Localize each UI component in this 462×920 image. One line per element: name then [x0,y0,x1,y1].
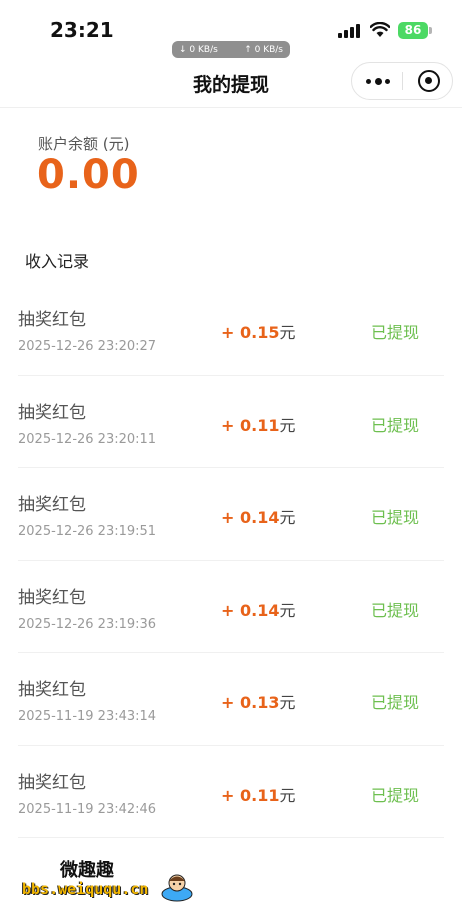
record-name: 抽奖红包 [18,495,86,515]
status-time: 23:21 [50,18,114,42]
record-name: 抽奖红包 [18,587,86,608]
record-name: 抽奖红包 [18,772,86,793]
record-item[interactable]: 抽奖红包 2025-11-19 23:42:46 + 0.11元 已提现 [0,746,462,838]
target-close-icon[interactable] [418,70,440,92]
status-bar: 23:21 ↓ 0 KB/s ↑ 0 KB/s 86 [0,0,462,60]
record-amount-value: + 0.14 [221,508,280,527]
record-status: 已提现 [371,508,420,527]
record-amount-unit: 元 [279,323,296,342]
record-time: 2025-12-26 23:20:11 [18,431,157,447]
record-status: 已提现 [371,600,420,620]
record-amount-unit: 元 [279,600,296,620]
record-status: 已提现 [371,323,420,342]
record-amount: + 0.14元 [221,504,295,528]
record-amount-value: + 0.14 [221,600,280,620]
record-item[interactable]: 抽奖红包 2025-12-26 23:19:36 + 0.14元 已提现 [0,561,462,653]
record-time: 2025-12-26 23:19:51 [18,524,157,539]
balance-amount: 0.00 [37,152,140,198]
record-status: 已提现 [371,415,420,435]
record-item[interactable]: 抽奖红包 2025-12-26 23:20:27 + 0.15元 已提现 [0,283,462,376]
record-amount: + 0.11元 [221,412,295,436]
network-speed-pill: ↓ 0 KB/s ↑ 0 KB/s [172,41,290,58]
record-divider [18,837,444,838]
record-amount: + 0.15元 [221,319,295,343]
record-name: 抽奖红包 [18,310,86,330]
record-amount-unit: 元 [279,508,296,527]
record-time: 2025-11-19 23:42:46 [18,801,157,817]
upload-speed: ↑ 0 KB/s [244,44,283,55]
record-amount-value: + 0.11 [221,415,280,435]
site-watermark: 微趣趣 bbs.weiququ.cn [20,852,200,908]
record-amount: + 0.14元 [221,597,295,621]
balance-label: 账户余额 (元) [38,135,130,153]
watermark-url: bbs.weiququ.cn [22,880,149,898]
wifi-icon [370,22,390,37]
record-amount-value: + 0.13 [221,693,280,712]
download-speed: ↓ 0 KB/s [179,44,218,55]
record-amount-value: + 0.11 [221,785,280,805]
battery-tip [429,27,432,34]
record-amount-unit: 元 [279,693,296,712]
income-record-list: 抽奖红包 2025-12-26 23:20:27 + 0.15元 已提现 抽奖红… [0,283,462,838]
record-amount-value: + 0.15 [221,323,280,342]
battery-icon: 86 [398,22,428,39]
watermark-title: 微趣趣 [60,860,114,881]
record-name: 抽奖红包 [18,680,86,700]
mascot-icon [161,874,193,902]
record-status: 已提现 [371,785,420,805]
nav-divider [0,107,462,108]
record-amount: + 0.11元 [221,782,295,806]
record-item[interactable]: 抽奖红包 2025-11-19 23:43:14 + 0.13元 已提现 [0,653,462,746]
capsule-divider [402,72,403,90]
mini-program-capsule [351,62,453,100]
record-time: 2025-11-19 23:43:14 [18,709,157,724]
record-status: 已提现 [371,693,420,712]
record-item[interactable]: 抽奖红包 2025-12-26 23:19:51 + 0.14元 已提现 [0,468,462,561]
cellular-signal-icon [338,24,360,38]
record-item[interactable]: 抽奖红包 2025-12-26 23:20:11 + 0.11元 已提现 [0,376,462,468]
record-time: 2025-12-26 23:19:36 [18,616,157,632]
record-name: 抽奖红包 [18,402,86,423]
record-amount-unit: 元 [279,785,296,805]
record-time: 2025-12-26 23:20:27 [18,339,157,354]
more-dots-icon[interactable] [366,71,390,91]
record-amount: + 0.13元 [221,689,295,713]
record-amount-unit: 元 [279,415,296,435]
records-title: 收入记录 [25,252,90,271]
